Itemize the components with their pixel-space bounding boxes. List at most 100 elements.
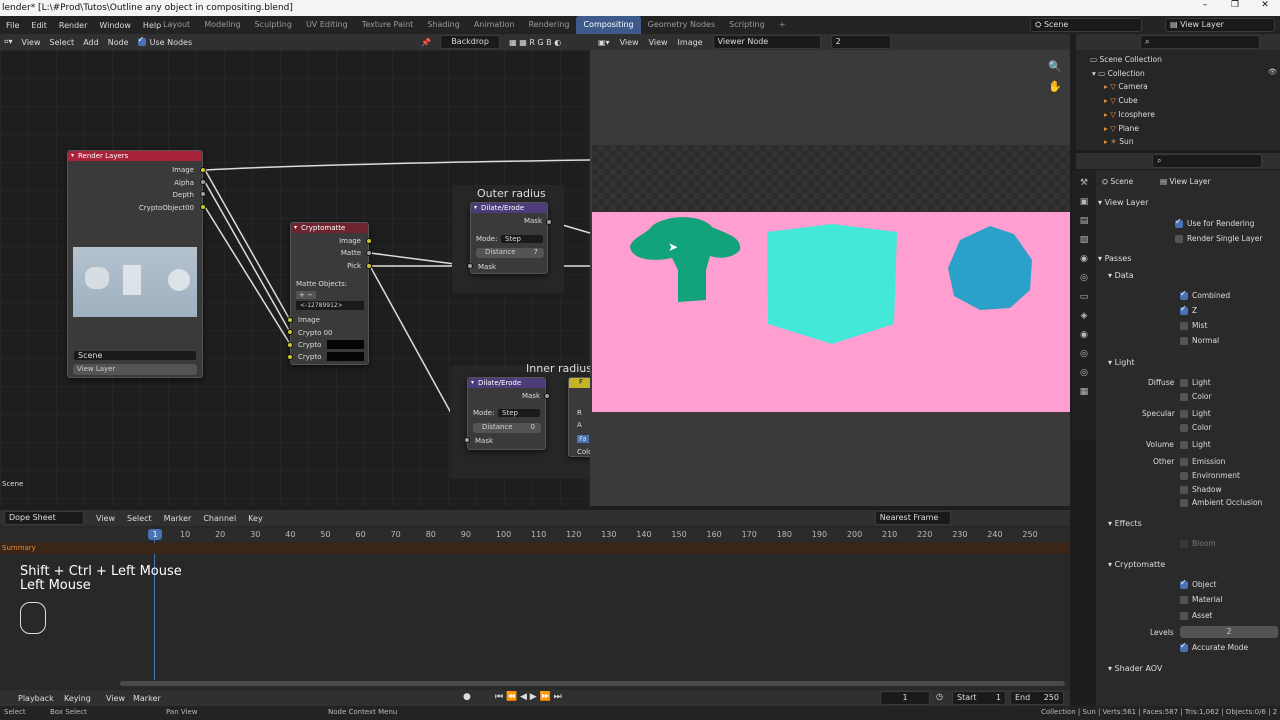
socket-crypto-matte[interactable] bbox=[366, 250, 372, 256]
summary-row[interactable]: Summary bbox=[0, 543, 1070, 554]
panel-passes[interactable]: ▾ Passes bbox=[1098, 254, 1131, 263]
inner-mode-select[interactable]: Step bbox=[497, 408, 541, 418]
timeline-scrollbar[interactable] bbox=[120, 681, 1065, 686]
render-layers-layer-field[interactable]: View Layer bbox=[73, 364, 197, 375]
scene-selector[interactable]: ⛭ Scene bbox=[1030, 18, 1142, 32]
socket-inner-in[interactable] bbox=[464, 437, 470, 443]
dope-sheet-mode-select[interactable]: Dope Sheet bbox=[4, 511, 84, 525]
specular-color-checkbox[interactable]: Color bbox=[1180, 423, 1212, 432]
tab-sculpting[interactable]: Sculpting bbox=[248, 16, 299, 34]
outliner-item-cube[interactable]: ▸ ▽ Cube bbox=[1104, 96, 1138, 105]
visibility-eye-icon[interactable]: 👁 bbox=[1268, 68, 1277, 76]
outliner-item-icosphere[interactable]: ▸ ▽ Icosphere bbox=[1104, 110, 1155, 119]
tab-scripting[interactable]: Scripting bbox=[722, 16, 772, 34]
cryptomatte-node[interactable]: Cryptomatte Image Matte Pick Matte Objec… bbox=[290, 222, 369, 365]
outer-mode-select[interactable]: Step bbox=[500, 234, 544, 244]
object-checkbox[interactable]: Object bbox=[1180, 578, 1216, 589]
props-breadcrumb-viewlayer[interactable]: ▤ View Layer bbox=[1160, 177, 1211, 186]
outliner-item-camera[interactable]: ▸ ▽ Camera bbox=[1104, 82, 1148, 91]
matte-add-remove[interactable]: + − bbox=[296, 291, 316, 299]
socket-crypto-in-01[interactable] bbox=[287, 342, 293, 348]
render-single-layer-checkbox[interactable]: Render Single Layer bbox=[1175, 234, 1262, 243]
socket-outer-out[interactable] bbox=[546, 219, 552, 225]
menu-edit[interactable]: Edit bbox=[25, 21, 53, 30]
tab-uv-editing[interactable]: UV Editing bbox=[299, 16, 355, 34]
ds-select-menu[interactable]: Select bbox=[127, 514, 152, 523]
backdrop-button[interactable]: Backdrop bbox=[440, 35, 501, 49]
accurate-mode-checkbox[interactable]: Accurate Mode bbox=[1180, 641, 1248, 652]
subpanel-data[interactable]: ▾ Data bbox=[1108, 271, 1134, 280]
matte-objects-field[interactable]: <-12789912> bbox=[296, 301, 364, 310]
tab-geometry-nodes[interactable]: Geometry Nodes bbox=[641, 16, 722, 34]
ambient-occlusion-checkbox[interactable]: Ambient Occlusion bbox=[1180, 498, 1262, 507]
socket-crypto-in-00[interactable] bbox=[287, 329, 293, 335]
outer-dilate-node[interactable]: Dilate/Erode Mask Mode: Step Distance7 M… bbox=[470, 202, 548, 274]
socket-crypto-in-image[interactable] bbox=[287, 317, 293, 323]
partial-fa-label[interactable]: Fa bbox=[577, 435, 589, 443]
crypto-color-swatch-2[interactable] bbox=[327, 352, 364, 361]
properties-search-field[interactable]: ⌕ bbox=[1152, 154, 1262, 168]
subpanel-effects[interactable]: ▾ Effects bbox=[1108, 519, 1142, 528]
record-icon[interactable]: ● bbox=[463, 692, 471, 702]
inner-dilate-header[interactable]: Dilate/Erode bbox=[468, 378, 545, 388]
outliner-item-sun[interactable]: ▸ ☀ Sun bbox=[1104, 137, 1134, 146]
outliner-scene-collection[interactable]: ▭ Scene Collection bbox=[1090, 55, 1162, 64]
shadow-checkbox[interactable]: Shadow bbox=[1180, 485, 1222, 494]
playback-view-menu[interactable]: View bbox=[106, 694, 125, 703]
diffuse-color-checkbox[interactable]: Color bbox=[1180, 392, 1212, 401]
image-view-menu[interactable]: View bbox=[620, 38, 639, 47]
node-node-menu[interactable]: Node bbox=[108, 38, 129, 47]
pan-hand-icon[interactable]: ✋ bbox=[1048, 80, 1062, 93]
socket-crypto-in-02[interactable] bbox=[287, 354, 293, 360]
ds-channel-menu[interactable]: Channel bbox=[203, 514, 236, 523]
minimize-button[interactable]: – bbox=[1190, 0, 1220, 16]
material-checkbox[interactable]: Material bbox=[1180, 595, 1222, 604]
viewer-node-selector[interactable]: Viewer Node bbox=[712, 35, 821, 49]
environment-checkbox[interactable]: Environment bbox=[1180, 471, 1240, 480]
add-workspace-button[interactable]: + bbox=[772, 16, 793, 34]
current-frame-field[interactable]: 1 bbox=[880, 691, 930, 705]
render-layers-header[interactable]: Render Layers bbox=[68, 151, 202, 161]
subpanel-light[interactable]: ▾ Light bbox=[1108, 358, 1135, 367]
clock-icon[interactable]: ◷ bbox=[936, 692, 943, 701]
crypto-color-swatch-1[interactable] bbox=[327, 340, 364, 349]
node-select-menu[interactable]: Select bbox=[50, 38, 75, 47]
render-layers-scene-field[interactable]: Scene bbox=[73, 350, 197, 361]
outliner-collection[interactable]: ▾ ▭ Collection bbox=[1092, 69, 1145, 78]
tab-compositing[interactable]: Compositing bbox=[576, 16, 641, 34]
tab-layout[interactable]: Layout bbox=[156, 16, 197, 34]
use-nodes-checkbox[interactable]: Use Nodes bbox=[137, 35, 192, 47]
tab-modeling[interactable]: Modeling bbox=[197, 16, 247, 34]
outliner-search-field[interactable]: ⌕ bbox=[1140, 35, 1260, 49]
partial-node[interactable]: F R A Fa Colo bbox=[568, 377, 592, 457]
panel-view-layer[interactable]: ▾ View Layer bbox=[1098, 198, 1148, 207]
tab-shading[interactable]: Shading bbox=[420, 16, 467, 34]
image-image-menu[interactable]: Image bbox=[678, 38, 703, 47]
specular-light-checkbox[interactable]: Light bbox=[1180, 409, 1211, 418]
normal-checkbox[interactable]: Normal bbox=[1180, 336, 1219, 345]
cryptomatte-header[interactable]: Cryptomatte bbox=[291, 223, 368, 233]
menu-file[interactable]: File bbox=[0, 21, 25, 30]
end-frame-field[interactable]: End 250 bbox=[1010, 691, 1064, 705]
inner-distance-field[interactable]: Distance 0 bbox=[473, 423, 541, 433]
socket-inner-out[interactable] bbox=[544, 393, 550, 399]
panel-shader-aov[interactable]: ▾ Shader AOV bbox=[1108, 664, 1162, 673]
current-frame-indicator[interactable]: 1 bbox=[148, 529, 162, 540]
outer-dilate-header[interactable]: Dilate/Erode bbox=[471, 203, 547, 213]
mist-checkbox[interactable]: Mist bbox=[1180, 321, 1207, 330]
close-button[interactable]: ✕ bbox=[1250, 0, 1280, 16]
channel-icons[interactable]: ▦ ▦ R G B ◐ bbox=[509, 38, 561, 47]
emission-checkbox[interactable]: Emission bbox=[1180, 457, 1225, 466]
socket-outer-in[interactable] bbox=[467, 263, 473, 269]
snap-select[interactable]: Nearest Frame bbox=[874, 511, 951, 525]
menu-window[interactable]: Window bbox=[93, 21, 137, 30]
pin-icon[interactable]: 📌 bbox=[421, 38, 431, 47]
asset-checkbox[interactable]: Asset bbox=[1180, 611, 1213, 620]
tab-animation[interactable]: Animation bbox=[467, 16, 522, 34]
socket-crypto-pick[interactable] bbox=[366, 263, 372, 269]
props-breadcrumb-scene[interactable]: ⛭ Scene bbox=[1102, 177, 1133, 187]
socket-alpha[interactable] bbox=[200, 179, 206, 185]
maximize-button[interactable]: ❐ bbox=[1220, 0, 1250, 16]
volume-light-checkbox[interactable]: Light bbox=[1180, 440, 1211, 449]
ds-marker-menu[interactable]: Marker bbox=[164, 514, 192, 523]
